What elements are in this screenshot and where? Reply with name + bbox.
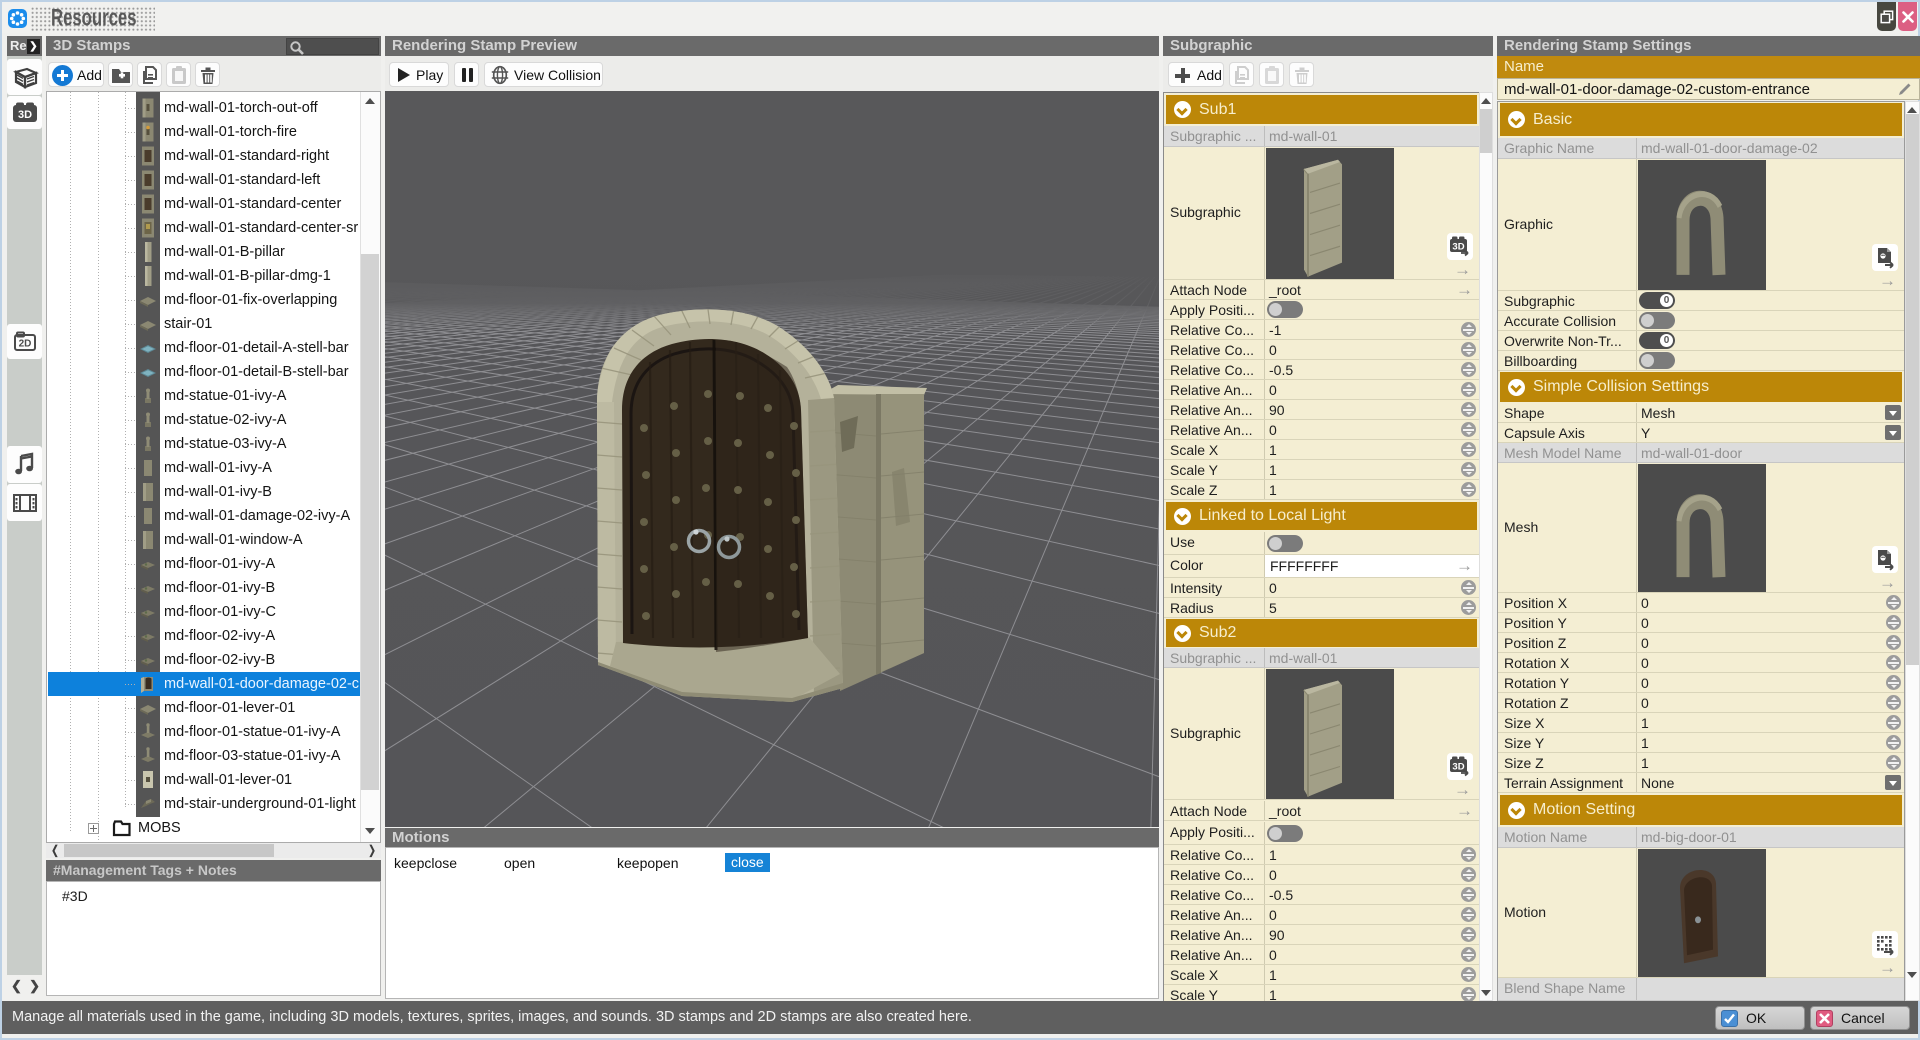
svg-text:3D: 3D [1452, 242, 1464, 253]
svg-text:3D: 3D [17, 109, 31, 121]
svg-text:3D: 3D [1452, 762, 1464, 773]
svg-text:2D: 2D [18, 338, 31, 349]
